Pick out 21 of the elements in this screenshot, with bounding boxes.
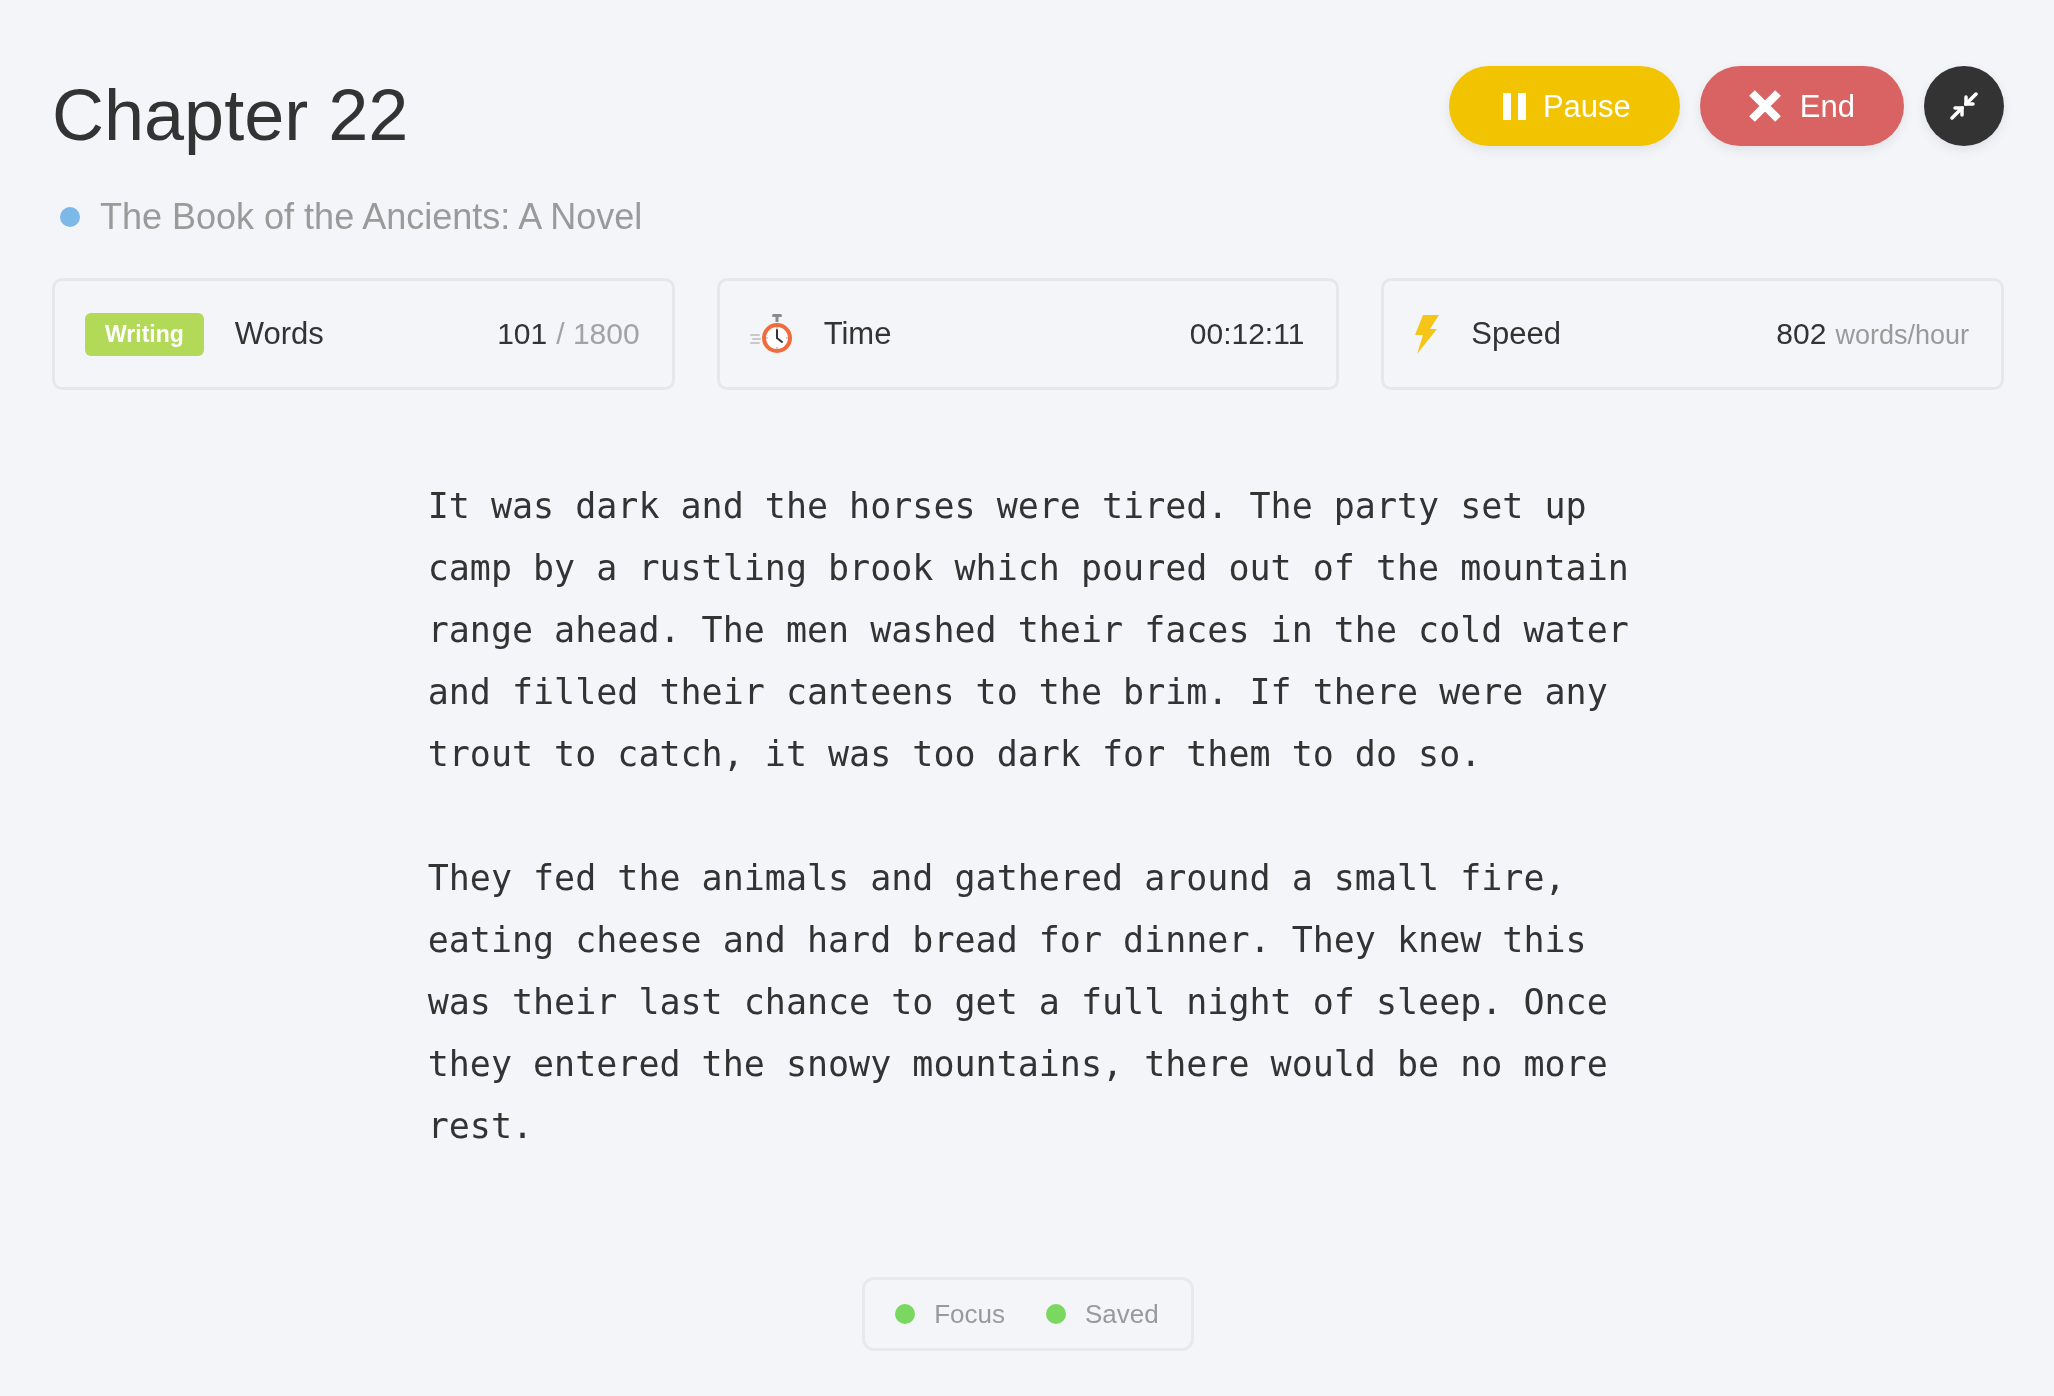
stat-label: Words [234, 316, 324, 352]
stat-value: 00:12:11 [1189, 317, 1305, 351]
unit-label: words/hour [1835, 320, 1969, 351]
dot-icon [60, 207, 80, 227]
lightning-icon [1414, 314, 1440, 354]
stat-value: 101 [497, 317, 548, 351]
status-label: Focus [934, 1298, 1006, 1330]
arrows-inward-icon [1950, 92, 1978, 120]
end-button[interactable]: End [1699, 66, 1904, 146]
manuscript-paragraph: They fed the animals and gathered around a small fire, eating cheese and hard bread for dinner. They knew this was their last chance to get a full night of sleep. Once they entered the snowy mountains, there would be no more rest. [427, 857, 1609, 1148]
word-goal: / 1800 [556, 317, 640, 351]
mode-badge: Writing [85, 312, 204, 356]
stopwatch-icon [749, 314, 792, 354]
stat-label: Speed [1471, 316, 1561, 352]
stat-label: Time [823, 316, 892, 352]
manuscript-paragraph: It was dark and the horses were tired. The party set up camp by a rustling brook which poured out of the mountain range ahead. The men washed their faces in the cold water and filled their canteens to the brim. If there were any trout to catch, it was too dark for them to do so. [427, 485, 1630, 776]
status-label: Saved [1085, 1298, 1159, 1330]
cross-icon [1748, 90, 1781, 122]
project-title: The Book of the Ancients: A Novel [100, 195, 643, 239]
stat-value: 802 [1776, 317, 1827, 351]
pause-icon [1502, 92, 1526, 120]
